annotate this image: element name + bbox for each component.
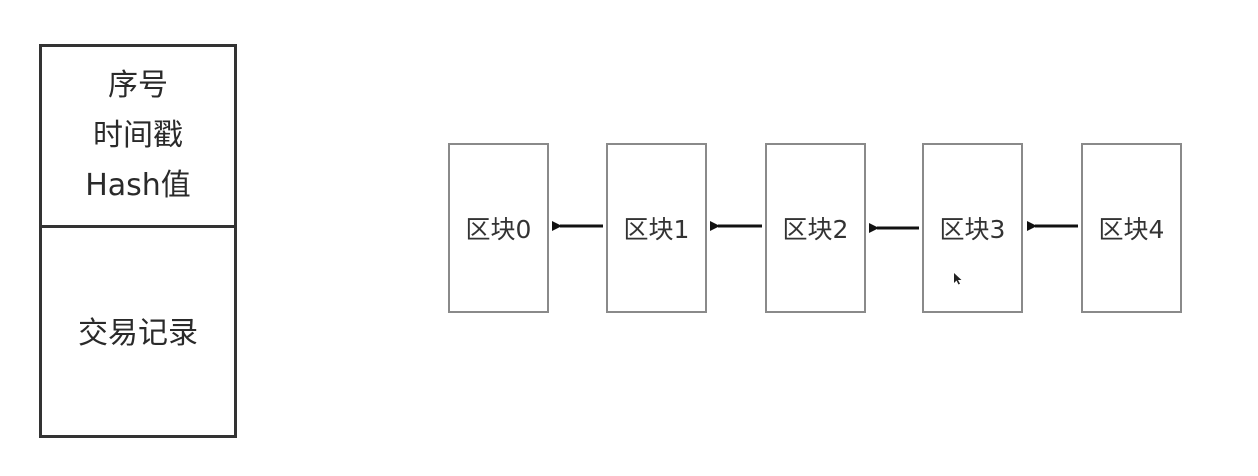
chain-block-1: 区块1: [606, 143, 707, 313]
header-field-timestamp: 时间戳: [93, 118, 183, 153]
chain-block-3: 区块3: [922, 143, 1023, 313]
body-field-transactions: 交易记录: [78, 316, 198, 351]
chain-block-label: 区块1: [623, 215, 690, 244]
chain-block-label: 区块3: [939, 215, 1006, 244]
block-header-section: 序号 时间戳 Hash值: [42, 47, 234, 228]
block-body-section: 交易记录: [42, 228, 234, 435]
chain-block-2: 区块2: [765, 143, 866, 313]
header-field-index: 序号: [108, 68, 168, 103]
mouse-cursor-icon: [954, 273, 962, 285]
chain-block-label: 区块4: [1098, 215, 1165, 244]
header-field-hash: Hash值: [85, 168, 191, 203]
chain-block-0: 区块0: [448, 143, 549, 313]
chain-block-label: 区块0: [465, 215, 532, 244]
chain-block-label: 区块2: [782, 215, 849, 244]
chain-block-4: 区块4: [1081, 143, 1182, 313]
block-structure-box: 序号 时间戳 Hash值 交易记录: [39, 44, 237, 438]
